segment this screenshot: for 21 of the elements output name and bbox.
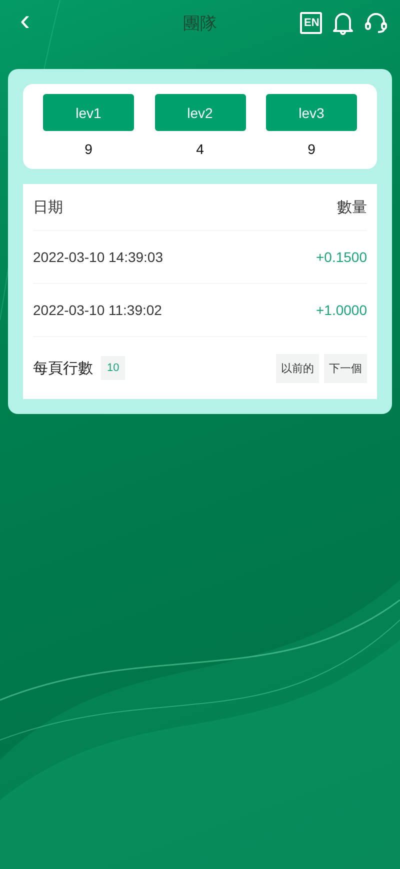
- level-tab[interactable]: lev1: [43, 94, 134, 131]
- table-cell: +0.1500: [316, 249, 367, 265]
- column-header: 日期: [33, 198, 63, 216]
- column-header: 數量: [337, 198, 367, 216]
- language-button[interactable]: EN: [300, 12, 322, 34]
- table-cell: 2022-03-10 11:39:02: [33, 302, 162, 318]
- level-count: 9: [84, 141, 92, 157]
- level-tab[interactable]: lev3: [266, 94, 357, 131]
- headset-icon[interactable]: [364, 11, 388, 35]
- table-cell: 2022-03-10 14:39:03: [33, 249, 163, 265]
- previous-button[interactable]: 以前的: [276, 354, 319, 382]
- page-title: 團隊: [183, 12, 217, 34]
- page-size-select[interactable]: 10: [101, 356, 126, 380]
- rows-per-page-label: 每頁行數: [33, 358, 93, 378]
- back-button[interactable]: ‹: [16, 6, 34, 36]
- bell-icon[interactable]: [332, 11, 354, 35]
- level-count: 4: [196, 141, 204, 157]
- level-tab[interactable]: lev2: [154, 94, 246, 131]
- level-count: 9: [308, 141, 316, 157]
- next-button[interactable]: 下一個: [324, 354, 367, 382]
- table-cell: +1.0000: [316, 302, 367, 318]
